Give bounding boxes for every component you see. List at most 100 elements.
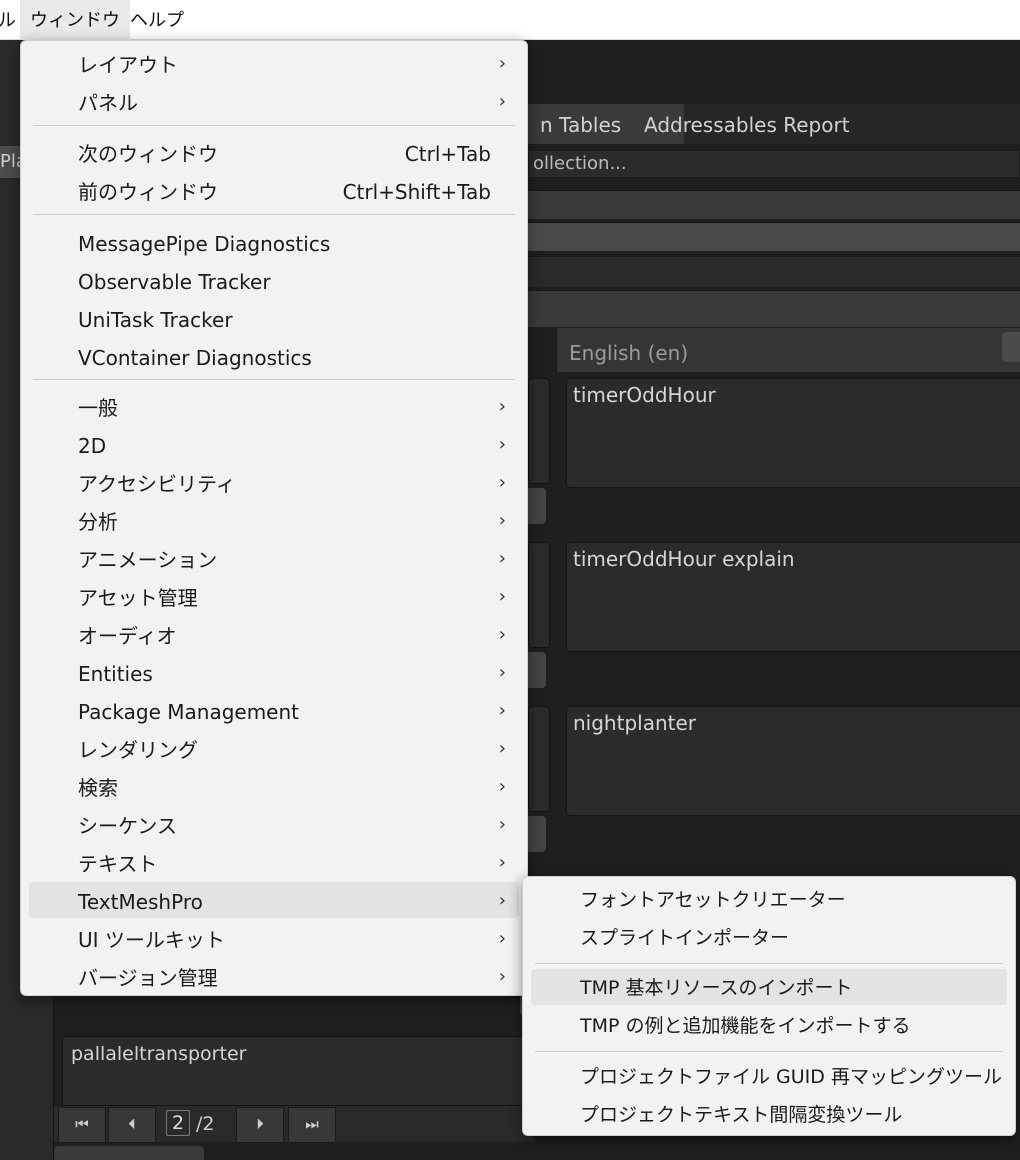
menu-item[interactable]: 一般 › bbox=[29, 388, 519, 424]
translation-cell[interactable]: timerOddHour bbox=[566, 378, 1020, 488]
submenu-item[interactable]: フォントアセットクリエーター bbox=[531, 881, 1007, 917]
chevron-right-icon: › bbox=[498, 814, 506, 835]
menu-item[interactable]: オーディオ › bbox=[29, 616, 519, 652]
menu-item[interactable]: Package Management › bbox=[29, 692, 519, 728]
menu-item-shortcut: Ctrl+Tab bbox=[404, 142, 491, 166]
menu-item-label: 検索 bbox=[78, 776, 118, 800]
menu-item[interactable]: 次のウィンドウ Ctrl+Tab bbox=[29, 134, 519, 170]
menu-item[interactable]: TextMeshPro › bbox=[29, 882, 519, 918]
chevron-right-icon: › bbox=[498, 53, 506, 74]
chevron-right-icon: › bbox=[498, 396, 506, 417]
menu-item-label: 次のウィンドウ bbox=[78, 142, 218, 166]
column-header-english[interactable]: English (en) bbox=[556, 328, 1020, 372]
menu-item-label: Entities bbox=[78, 662, 153, 686]
menu-item[interactable]: アクセシビリティ › bbox=[29, 464, 519, 500]
tab-addressables-report[interactable]: Addressables Report bbox=[628, 104, 866, 144]
textmeshpro-submenu: フォントアセットクリエーター スプライトインポーター TMP 基本リソースのインポー… bbox=[522, 876, 1016, 1136]
menu-item-label: テキスト bbox=[78, 852, 158, 876]
menu-item[interactable]: UniTask Tracker bbox=[29, 300, 519, 336]
chevron-right-icon: › bbox=[498, 662, 506, 683]
menu-item[interactable]: パネル › bbox=[29, 83, 519, 119]
menu-item[interactable]: アニメーション › bbox=[29, 540, 519, 576]
menu-item-label: アセット管理 bbox=[78, 586, 198, 610]
submenu-item-label: スプライトインポーター bbox=[580, 927, 790, 949]
menu-item[interactable]: Entities › bbox=[29, 654, 519, 690]
page-total: /2 bbox=[196, 1113, 215, 1135]
key-cell-bottom[interactable]: pallaleltransporter bbox=[62, 1036, 532, 1106]
chevron-right-icon: › bbox=[498, 776, 506, 797]
menu-item[interactable]: バージョン管理 › bbox=[29, 958, 519, 994]
menu-item[interactable]: テキスト › bbox=[29, 844, 519, 880]
chevron-right-icon: › bbox=[498, 624, 506, 645]
chevron-right-icon: › bbox=[498, 548, 506, 569]
chevron-right-icon: › bbox=[498, 852, 506, 873]
submenu-item[interactable]: スプライトインポーター bbox=[531, 919, 1007, 955]
menu-item[interactable]: 検索 › bbox=[29, 768, 519, 804]
translation-cell[interactable]: timerOddHour explain bbox=[566, 542, 1020, 652]
chevron-right-icon: › bbox=[498, 510, 506, 531]
collection-field[interactable]: ollection... bbox=[528, 150, 1020, 178]
menu-item-label: レイアウト bbox=[78, 53, 178, 77]
submenu-item[interactable]: プロジェクトテキスト間隔変換ツール bbox=[531, 1096, 1007, 1132]
menu-item-label: シーケンス bbox=[78, 814, 177, 838]
chevron-right-icon: › bbox=[498, 966, 506, 987]
chevron-right-icon: › bbox=[498, 700, 506, 721]
menu-item-label: レンダリング bbox=[78, 738, 198, 762]
submenu-item-label: フォントアセットクリエーター bbox=[580, 889, 846, 911]
prev-page-icon[interactable]: ⏴ bbox=[108, 1107, 156, 1143]
menu-item[interactable]: 分析 › bbox=[29, 502, 519, 538]
translation-cell[interactable]: nightplanter bbox=[566, 706, 1020, 816]
menu-item[interactable]: 2D › bbox=[29, 426, 519, 462]
menu-item[interactable]: レンダリング › bbox=[29, 730, 519, 766]
first-page-icon[interactable]: ⏮ bbox=[58, 1107, 106, 1143]
menu-separator bbox=[33, 379, 515, 380]
menu-separator bbox=[535, 963, 1003, 964]
menu-item-label: Package Management bbox=[78, 700, 300, 724]
last-page-icon[interactable]: ⏭ bbox=[288, 1107, 336, 1143]
menu-separator bbox=[535, 1051, 1003, 1052]
key-cell[interactable] bbox=[528, 378, 550, 484]
window-menu: レイアウト › パネル › 次のウィンドウ Ctrl+Tab 前のウィンドウ Ctrl+Shi… bbox=[20, 40, 528, 996]
left-panel-label[interactable]: Pla bbox=[0, 146, 22, 178]
menu-item[interactable]: 前のウィンドウ Ctrl+Shift+Tab bbox=[29, 172, 519, 208]
menu-item[interactable]: レイアウト › bbox=[29, 45, 519, 81]
chevron-right-icon: › bbox=[498, 890, 506, 911]
next-page-icon[interactable]: ⏵ bbox=[236, 1107, 284, 1143]
chevron-right-icon: › bbox=[498, 472, 506, 493]
submenu-item-label: TMP の例と追加機能をインポートする bbox=[580, 1015, 911, 1037]
menu-separator bbox=[33, 125, 515, 126]
submenu-item[interactable]: プロジェクトファイル GUID 再マッピングツール bbox=[531, 1058, 1007, 1094]
menu-item-label: アニメーション bbox=[78, 548, 218, 572]
menu-item-label: UniTask Tracker bbox=[78, 308, 233, 332]
menu-item[interactable]: MessagePipe Diagnostics bbox=[29, 224, 519, 260]
key-cell[interactable] bbox=[528, 706, 550, 812]
chevron-right-icon: › bbox=[498, 928, 506, 949]
menubar: ル ウィンドウ ヘルプ bbox=[0, 0, 1020, 40]
menu-item-label: MessagePipe Diagnostics bbox=[78, 232, 331, 256]
menu-item[interactable]: VContainer Diagnostics bbox=[29, 338, 519, 374]
page-number-input[interactable]: 2 bbox=[166, 1110, 190, 1136]
menu-item-label: オーディオ bbox=[78, 624, 177, 648]
submenu-item-label: プロジェクトテキスト間隔変換ツール bbox=[580, 1104, 903, 1126]
column-settings-button[interactable] bbox=[1002, 332, 1020, 362]
key-cell[interactable] bbox=[528, 542, 550, 648]
menu-item[interactable]: Observable Tracker bbox=[29, 262, 519, 298]
menu-item-label: Observable Tracker bbox=[78, 270, 271, 294]
menu-item-label: 一般 bbox=[78, 396, 118, 420]
submenu-item-label: プロジェクトファイル GUID 再マッピングツール bbox=[580, 1066, 1002, 1088]
menubar-item-window[interactable]: ウィンドウ bbox=[20, 0, 130, 40]
bottom-panel-tab[interactable] bbox=[54, 1146, 204, 1160]
menu-item-label: 前のウィンドウ bbox=[78, 180, 218, 204]
chevron-right-icon: › bbox=[498, 738, 506, 759]
menu-item-label: 2D bbox=[78, 434, 107, 458]
submenu-item[interactable]: TMP の例と追加機能をインポートする bbox=[531, 1007, 1007, 1043]
menu-item[interactable]: シーケンス › bbox=[29, 806, 519, 842]
menu-item-label: TextMeshPro bbox=[78, 890, 203, 914]
submenu-item[interactable]: TMP 基本リソースのインポート bbox=[531, 969, 1007, 1005]
menubar-item-help[interactable]: ヘルプ bbox=[120, 0, 194, 40]
chevron-right-icon: › bbox=[498, 586, 506, 607]
menu-item-label: アクセシビリティ bbox=[78, 472, 236, 496]
menu-item-label: 分析 bbox=[78, 510, 118, 534]
menu-item[interactable]: UI ツールキット › bbox=[29, 920, 519, 956]
menu-item[interactable]: アセット管理 › bbox=[29, 578, 519, 614]
